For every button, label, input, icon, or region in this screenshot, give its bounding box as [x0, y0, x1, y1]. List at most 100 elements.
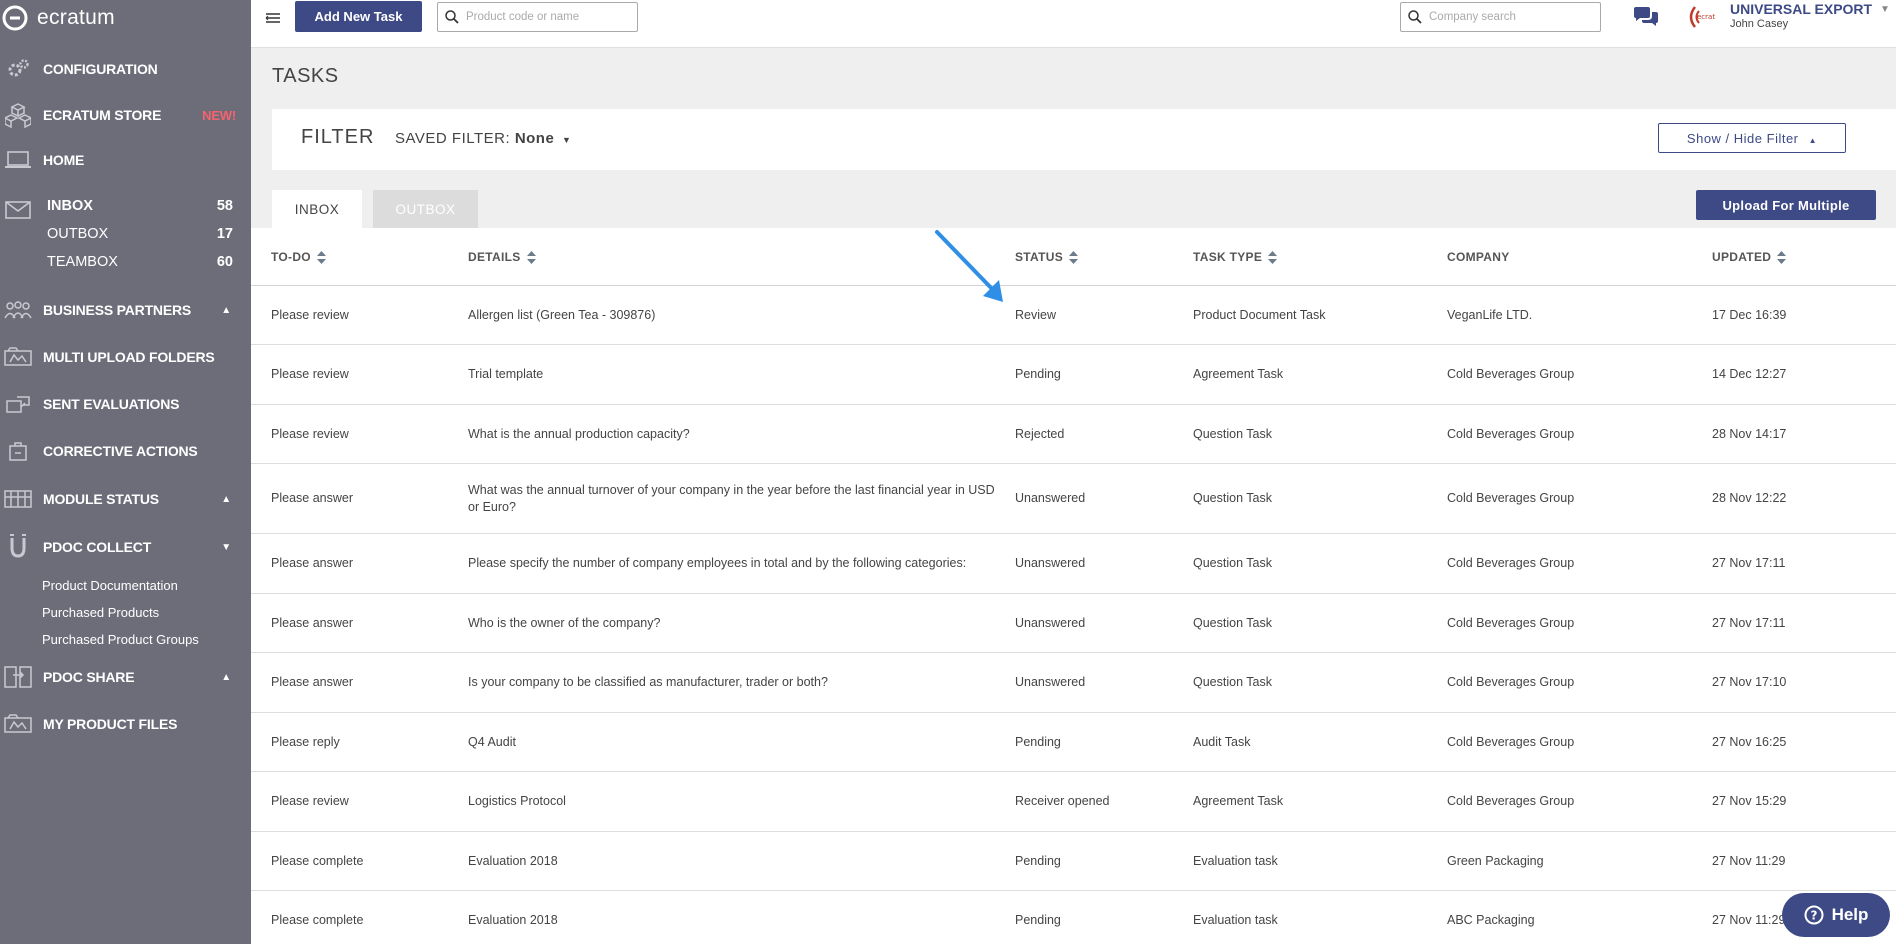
table-row[interactable]: Please reply Q4 Audit Pending Audit Task Col…: [251, 713, 1896, 772]
company-cell: Cold Beverages Group: [1447, 615, 1575, 630]
column-header-status[interactable]: STATUS: [1015, 228, 1079, 286]
task-type-cell: Question Task: [1193, 675, 1272, 689]
table-row[interactable]: Please review Allergen list (Green Tea - …: [251, 286, 1896, 345]
chat-icon[interactable]: [1632, 6, 1660, 30]
help-label: Help: [1831, 905, 1869, 924]
chevron-down-icon: ▼: [221, 541, 231, 553]
annotation-arrow-icon: [935, 230, 1003, 302]
nav-module-status[interactable]: MODULE STATUS ▲: [0, 482, 251, 516]
nav-label: CORRECTIVE ACTIONS: [43, 443, 198, 459]
help-button[interactable]: ? Help: [1782, 893, 1890, 937]
top-bar: Add New Task ecrat UNIVERSAL EXPORT John…: [251, 0, 1896, 48]
app-name: ecratum: [37, 6, 115, 29]
folder-upload-icon: [3, 344, 33, 370]
status-cell: Unanswered: [1015, 556, 1086, 570]
sidebar-item-outbox[interactable]: OUTBOX 17: [47, 221, 233, 247]
company-cell: VeganLife LTD.: [1447, 307, 1533, 322]
nav-corrective-actions[interactable]: CORRECTIVE ACTIONS: [0, 434, 251, 468]
header-label: COMPANY: [1447, 250, 1510, 264]
table-row[interactable]: Please complete Evaluation 2018 Pending Eva…: [251, 832, 1896, 891]
nav-label: MY PRODUCT FILES: [43, 716, 178, 732]
table-row[interactable]: Please answer Please specify the number o…: [251, 534, 1896, 594]
app-logo[interactable]: ecratum: [0, 0, 115, 36]
table-row[interactable]: Please answer Is your company to be class…: [251, 653, 1896, 713]
todo-cell: Please answer: [271, 556, 353, 570]
saved-filter-dropdown[interactable]: SAVED FILTER: None ▼: [395, 130, 571, 147]
table-row[interactable]: Please answer Who is the owner of the com…: [251, 594, 1896, 653]
add-new-task-button[interactable]: Add New Task: [295, 1, 422, 32]
updated-cell: 27 Nov 11:29: [1712, 853, 1786, 868]
nav-label: ECRATUM STORE: [43, 107, 162, 123]
briefcase-icon: [3, 438, 33, 464]
caret-down-icon: ▼: [561, 135, 572, 145]
sidebar-item-teambox[interactable]: TEAMBOX 60: [47, 249, 233, 275]
updated-cell: 27 Nov 17:11: [1712, 556, 1786, 570]
nav-configuration[interactable]: CONFIGURATION: [0, 52, 251, 86]
nav-label: PDOC SHARE: [43, 669, 135, 685]
sidebar-item-purchased-product-groups[interactable]: Purchased Product Groups: [42, 632, 199, 647]
nav-label: SENT EVALUATIONS: [43, 396, 180, 412]
nav-ecratum-store[interactable]: ECRATUM STORE NEW!: [0, 98, 251, 132]
column-header-todo[interactable]: TO-DO: [271, 228, 326, 286]
company-search[interactable]: [1400, 2, 1601, 32]
sidebar: ecratum CONFIGURATION ECRATUM STORE NEW!…: [0, 0, 251, 944]
nav-label: BUSINESS PARTNERS: [43, 302, 192, 318]
nav-business-partners[interactable]: BUSINESS PARTNERS ▲: [0, 293, 251, 327]
user-name[interactable]: John Casey: [1730, 18, 1788, 30]
page-title: TASKS: [272, 65, 339, 87]
nav-label: PDOC COLLECT: [43, 539, 152, 555]
nav-home[interactable]: HOME: [0, 143, 251, 177]
teambox-count: 60: [216, 254, 233, 270]
updated-cell: 14 Dec 12:27: [1712, 367, 1787, 381]
details-cell: Allergen list (Green Tea - 309876): [468, 307, 656, 322]
company-name[interactable]: UNIVERSAL EXPORT: [1730, 1, 1872, 17]
tab-inbox[interactable]: INBOX: [272, 190, 362, 228]
task-type-cell: Product Document Task: [1193, 307, 1326, 322]
company-cell: Cold Beverages Group: [1447, 367, 1575, 381]
updated-cell: 28 Nov 12:22: [1712, 491, 1787, 505]
details-cell: What was the annual turnover of your com…: [468, 482, 995, 514]
nav-label: MULTI UPLOAD FOLDERS: [43, 349, 215, 365]
sidebar-item-inbox[interactable]: INBOX 58: [47, 193, 233, 219]
laptop-icon: [3, 147, 33, 173]
nav-sent-evaluations[interactable]: SENT EVALUATIONS: [0, 387, 251, 421]
details-cell: Trial template: [468, 367, 544, 381]
column-header-updated[interactable]: UPDATED: [1712, 228, 1787, 286]
nav-label: MODULE STATUS: [43, 491, 159, 507]
details-cell: Logistics Protocol: [468, 794, 566, 808]
header-label: STATUS: [1015, 250, 1064, 264]
show-hide-filter-button[interactable]: Show / Hide Filter ▲: [1658, 123, 1846, 153]
updated-cell: 17 Dec 16:39: [1712, 307, 1787, 322]
column-header-details[interactable]: DETAILS: [468, 228, 536, 286]
product-search[interactable]: [437, 2, 638, 32]
column-header-task-type[interactable]: TASK TYPE: [1193, 228, 1278, 286]
status-cell: Pending: [1015, 913, 1061, 927]
upload-for-multiple-button[interactable]: Upload For Multiple: [1696, 190, 1876, 220]
column-header-company: COMPANY: [1447, 228, 1510, 286]
table-row[interactable]: Please review Logistics Protocol Receiver …: [251, 772, 1896, 832]
nav-my-product-files[interactable]: MY PRODUCT FILES: [0, 707, 251, 741]
sort-icon: [1268, 250, 1278, 264]
table-row[interactable]: Please review What is the annual producti…: [251, 405, 1896, 464]
table-row[interactable]: Please complete Evaluation 2018 Pending Eva…: [251, 891, 1896, 944]
inbox-label: INBOX: [47, 198, 93, 214]
company-cell: Cold Beverages Group: [1447, 794, 1575, 808]
menu-icon[interactable]: [265, 10, 281, 26]
company-search-input[interactable]: [1429, 11, 1579, 23]
chevron-down-icon[interactable]: ▼: [1880, 4, 1890, 15]
tab-outbox[interactable]: OUTBOX: [373, 190, 478, 228]
table-row[interactable]: Please answer What was the annual turnove…: [251, 464, 1896, 534]
nav-pdoc-share[interactable]: PDOC SHARE ▲: [0, 660, 251, 694]
updated-cell: 27 Nov 17:10: [1712, 675, 1787, 689]
task-type-cell: Evaluation task: [1193, 913, 1278, 927]
outbox-count: 17: [216, 226, 233, 242]
details-cell: What is the annual production capacity?: [468, 426, 690, 441]
sidebar-item-product-documentation[interactable]: Product Documentation: [42, 578, 178, 593]
nav-multi-upload-folders[interactable]: MULTI UPLOAD FOLDERS: [0, 340, 251, 374]
product-search-input[interactable]: [466, 11, 616, 23]
nav-pdoc-collect[interactable]: PDOC COLLECT ▼: [0, 530, 251, 564]
chevron-up-icon: ▲: [221, 493, 231, 505]
todo-cell: Please complete: [271, 853, 364, 868]
table-row[interactable]: Please review Trial template Pending Agreem…: [251, 345, 1896, 405]
sidebar-item-purchased-products[interactable]: Purchased Products: [42, 605, 159, 620]
